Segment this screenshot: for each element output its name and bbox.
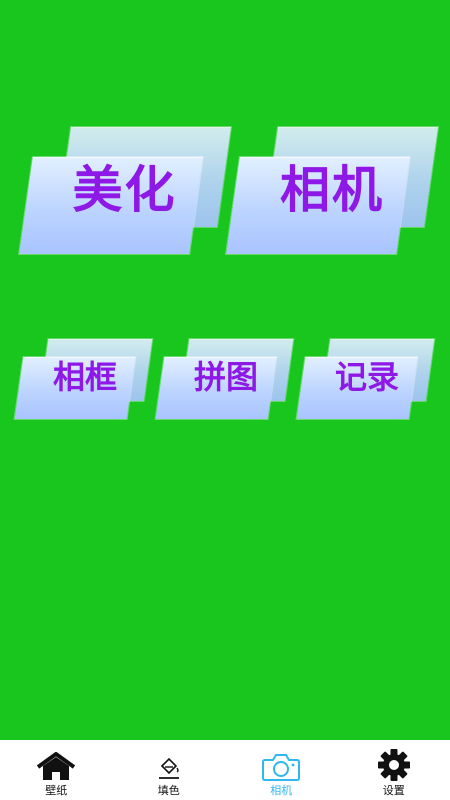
camera-label: 相机: [280, 161, 384, 219]
collage-tile[interactable]: 拼图: [155, 337, 295, 422]
camera-tile[interactable]: 相机: [226, 127, 439, 257]
nav-item-wallpaper[interactable]: 壁纸: [0, 740, 113, 800]
nav-label: 填色: [157, 784, 180, 797]
nav-item-camera[interactable]: 相机: [225, 740, 338, 800]
gear-icon: [372, 746, 416, 782]
home-icon: [34, 746, 78, 782]
nav-label: 设置: [382, 784, 405, 797]
nav-label: 壁纸: [45, 784, 68, 797]
collage-label: 拼图: [193, 358, 258, 396]
record-label: 记录: [334, 358, 399, 396]
frame-tile[interactable]: 相框: [14, 337, 154, 422]
main-area: 美化 相机 相框 拼图 记录: [0, 0, 450, 740]
camera-icon: [259, 746, 303, 782]
paint-bucket-icon: [147, 746, 191, 782]
beautify-label: 美化: [72, 161, 177, 219]
nav-item-settings[interactable]: 设置: [338, 740, 450, 800]
beautify-tile[interactable]: 美化: [19, 127, 232, 257]
record-tile[interactable]: 记录: [296, 337, 436, 422]
bottom-nav: 壁纸 填色 相机 设置: [0, 740, 450, 800]
nav-label: 相机: [270, 784, 293, 797]
nav-item-coloring[interactable]: 填色: [113, 740, 226, 800]
frame-label: 相框: [52, 358, 117, 396]
